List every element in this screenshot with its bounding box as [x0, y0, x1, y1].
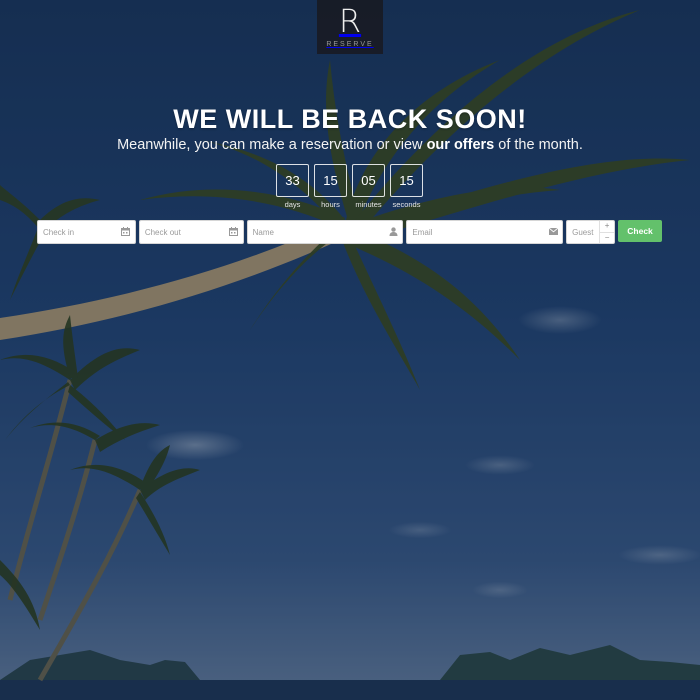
- email-input[interactable]: [407, 221, 563, 243]
- plus-icon[interactable]: +: [600, 221, 615, 233]
- countdown-seconds-value: 15: [390, 164, 423, 197]
- countdown-hours-value: 15: [314, 164, 347, 197]
- countdown-days-label: days: [284, 200, 301, 209]
- subline-text-after: of the month.: [494, 137, 583, 153]
- logo-letter: R: [338, 2, 362, 40]
- checkin-field: [37, 220, 136, 244]
- countdown-hours-label: hours: [321, 200, 340, 209]
- page-subline: Meanwhile, you can make a reservation or…: [0, 137, 700, 153]
- check-button[interactable]: Check: [618, 220, 662, 242]
- user-icon: [388, 226, 398, 236]
- countdown-seconds: 15 seconds: [390, 164, 423, 209]
- countdown-minutes-label: minutes: [355, 200, 382, 209]
- countdown-hours: 15 hours: [314, 164, 347, 209]
- countdown-days: 33 days: [276, 164, 309, 209]
- subline-text-before: Meanwhile, you can make a reservation or…: [117, 137, 427, 153]
- countdown-seconds-label: seconds: [392, 200, 421, 209]
- envelope-icon: [548, 226, 558, 236]
- calendar-icon[interactable]: [229, 226, 239, 236]
- page-headline: WE WILL BE BACK SOON!: [173, 104, 527, 134]
- checkout-field: [138, 220, 244, 244]
- minus-icon[interactable]: −: [600, 233, 614, 244]
- brand-logo[interactable]: R RESERVE: [317, 0, 383, 54]
- email-field: [406, 220, 564, 244]
- countdown-timer: 33 days 15 hours 05 minutes 15 seconds: [276, 164, 423, 209]
- guest-field: + −: [566, 220, 616, 244]
- checkout-input[interactable]: [139, 221, 243, 243]
- countdown-minutes-value: 05: [352, 164, 385, 197]
- reservation-form: + − Check: [37, 220, 662, 244]
- name-field: [246, 220, 404, 244]
- countdown-days-value: 33: [276, 164, 309, 197]
- countdown-minutes: 05 minutes: [352, 164, 385, 209]
- name-input[interactable]: [247, 221, 403, 243]
- logo-wordmark: RESERVE: [326, 41, 374, 48]
- offers-link[interactable]: our offers: [427, 137, 495, 153]
- calendar-icon[interactable]: [121, 226, 131, 236]
- guest-stepper: + −: [599, 221, 615, 244]
